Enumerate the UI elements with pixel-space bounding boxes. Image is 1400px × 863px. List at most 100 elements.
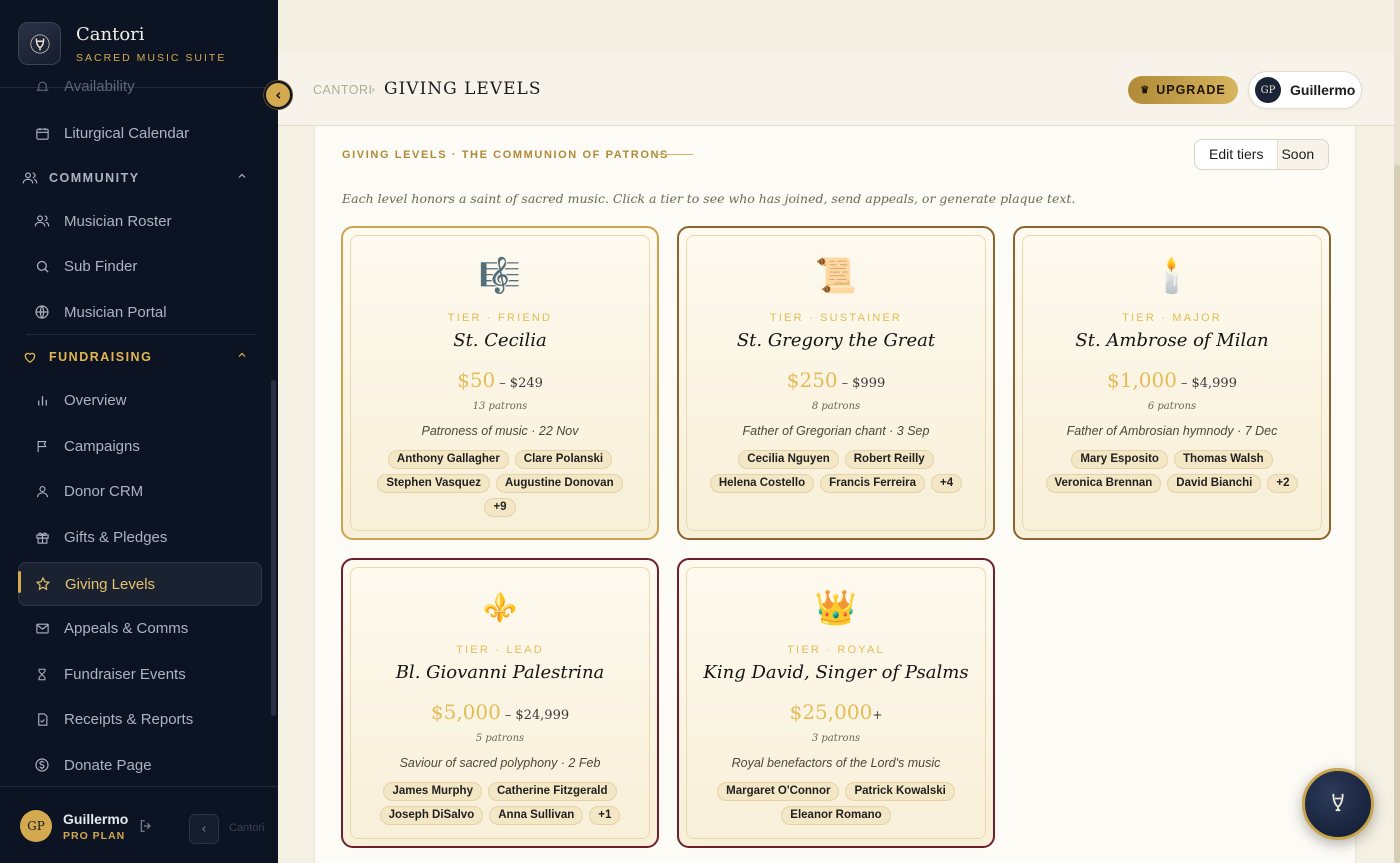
- price-range: $250– $999: [679, 368, 993, 392]
- musical-score-icon: 🎼: [478, 256, 522, 296]
- section-community[interactable]: COMMUNITY: [22, 168, 252, 188]
- patron-count: 6 patrons: [1147, 401, 1197, 412]
- sidebar-item-donate-page[interactable]: Donate Page: [18, 745, 262, 785]
- sidebar-item-appeals-comms[interactable]: Appeals & Comms: [18, 608, 262, 648]
- avatar[interactable]: GP: [20, 810, 52, 842]
- sidebar-item-label: Overview: [64, 391, 127, 409]
- edit-tiers-button[interactable]: Edit tiers: [1195, 140, 1277, 169]
- sidebar-item-campaigns[interactable]: Campaigns: [18, 426, 262, 466]
- patron-chip[interactable]: Stephen Vasquez: [377, 474, 490, 493]
- soon-badge: Soon: [1277, 140, 1329, 169]
- collapse-mini-button[interactable]: [189, 814, 219, 844]
- patron-chips: Anthony Gallagher Clare Polanski Stephen…: [373, 450, 627, 517]
- user-menu[interactable]: GP Guillermo: [1248, 71, 1362, 109]
- sidebar-scrollbar[interactable]: [271, 380, 276, 716]
- fleur-de-lis-icon: ⚜️: [482, 591, 518, 624]
- patron-chip[interactable]: Anna Sullivan: [489, 806, 584, 825]
- sidebar-item-gifts-pledges[interactable]: Gifts & Pledges: [18, 517, 262, 557]
- patron-chip[interactable]: Francis Ferreira: [820, 474, 926, 493]
- tier-card-royal[interactable]: 👑 TIER · ROYAL King David, Singer of Psa…: [677, 558, 995, 848]
- patron-chip[interactable]: Mary Esposito: [1071, 450, 1168, 469]
- tier-card-lead[interactable]: ⚜️ TIER · LEAD Bl. Giovanni Palestrina $…: [341, 558, 659, 848]
- sidebar-item-overview[interactable]: Overview: [18, 380, 262, 420]
- price-range: $25,000+: [679, 700, 993, 724]
- more-patrons-chip[interactable]: +9: [484, 498, 516, 517]
- more-patrons-chip[interactable]: +1: [589, 806, 621, 825]
- candle-icon: 🕯️: [1150, 256, 1194, 296]
- upgrade-label: UPGRADE: [1156, 83, 1226, 97]
- sidebar-item-label: Gifts & Pledges: [64, 528, 168, 546]
- main-scrollbar-thumb[interactable]: [1394, 165, 1400, 863]
- more-patrons-chip[interactable]: +2: [1267, 474, 1299, 493]
- receipt-icon: [34, 711, 50, 727]
- sidebar-collapse-button[interactable]: [264, 81, 292, 109]
- dollar-icon: [34, 757, 50, 773]
- patron-chip[interactable]: Robert Reilly: [844, 450, 934, 469]
- patron-chip[interactable]: Thomas Walsh: [1173, 450, 1273, 469]
- tier-description: Royal benefactors of the Lord's music: [731, 756, 941, 770]
- star-icon: [35, 576, 51, 592]
- patron-chip[interactable]: Margaret O'Connor: [717, 782, 840, 801]
- sidebar-item-sub-finder[interactable]: Sub Finder: [18, 246, 262, 286]
- price-dash: –: [499, 376, 506, 391]
- tier-label: TIER · LEAD: [456, 644, 544, 656]
- sidebar-item-donor-crm[interactable]: Donor CRM: [18, 471, 262, 511]
- patron-chip[interactable]: Patrick Kowalski: [845, 782, 955, 801]
- panel-subtitle: Each level honors a saint of sacred musi…: [342, 191, 1076, 206]
- patron-chip[interactable]: Joseph DiSalvo: [379, 806, 484, 825]
- saint-name: St. Cecilia: [453, 330, 547, 351]
- sidebar-item-receipts-reports[interactable]: Receipts & Reports: [18, 699, 262, 739]
- brand[interactable]: Cantori SACRED MUSIC SUITE: [18, 22, 226, 65]
- mini-label: Cantori: [229, 822, 265, 834]
- price-low: $250: [786, 368, 838, 392]
- tier-label: TIER · FRIEND: [447, 312, 553, 324]
- hourglass-icon: [34, 666, 50, 682]
- sidebar-item-musician-portal[interactable]: Musician Portal: [18, 292, 262, 332]
- patron-chip[interactable]: David Bianchi: [1167, 474, 1262, 493]
- breadcrumb-root[interactable]: CANTORI: [313, 83, 373, 97]
- sidebar-item-fundraiser-events[interactable]: Fundraiser Events: [18, 654, 262, 694]
- upgrade-button[interactable]: ♛ UPGRADE: [1128, 76, 1238, 104]
- patron-count: 3 patrons: [811, 733, 861, 744]
- sidebar-item-musician-roster[interactable]: Musician Roster: [18, 201, 262, 241]
- tier-description: Saviour of sacred polyphony · 2 Feb: [399, 756, 601, 770]
- tier-card-friend[interactable]: 🎼 TIER · FRIEND St. Cecilia $50– $249 13 …: [341, 226, 659, 540]
- scroll-icon: 📜: [814, 256, 858, 296]
- more-patrons-chip[interactable]: +4: [931, 474, 963, 493]
- assistant-fab-button[interactable]: [1302, 768, 1374, 840]
- avatar: GP: [1255, 77, 1281, 103]
- crown-icon: ♛: [1140, 84, 1151, 96]
- patron-chip[interactable]: Augustine Donovan: [495, 474, 623, 493]
- crown-icon: 👑: [814, 588, 858, 628]
- patron-chip[interactable]: Anthony Gallagher: [387, 450, 509, 469]
- section-fundraising[interactable]: FUNDRAISING: [22, 347, 252, 367]
- saint-name: St. Ambrose of Milan: [1075, 330, 1269, 351]
- tier-label: TIER · SUSTAINER: [769, 312, 903, 324]
- sidebar-item-availability[interactable]: Availability: [18, 68, 262, 104]
- section-title: COMMUNITY: [49, 171, 140, 185]
- patron-chip[interactable]: Cecilia Nguyen: [738, 450, 839, 469]
- users-icon: [34, 213, 50, 229]
- user-name: Guillermo: [1290, 82, 1356, 98]
- logout-icon[interactable]: [138, 818, 154, 838]
- patron-chip[interactable]: Eleanor Romano: [781, 806, 891, 825]
- sidebar-item-liturgical-calendar[interactable]: Liturgical Calendar: [18, 113, 262, 153]
- sidebar-item-giving-levels[interactable]: Giving Levels: [18, 562, 262, 606]
- tier-description: Father of Ambrosian hymnody · 7 Dec: [1066, 424, 1278, 438]
- patron-chip[interactable]: James Murphy: [383, 782, 482, 801]
- patron-chips: James Murphy Catherine Fitzgerald Joseph…: [373, 782, 627, 825]
- patron-chip[interactable]: Clare Polanski: [514, 450, 613, 469]
- search-icon: [34, 258, 50, 274]
- price-low: $25,000: [789, 700, 873, 724]
- tier-card-major[interactable]: 🕯️ TIER · MAJOR St. Ambrose of Milan $1,…: [1013, 226, 1331, 540]
- gift-icon: [34, 529, 50, 545]
- patron-chip[interactable]: Helena Costello: [709, 474, 815, 493]
- saint-name: St. Gregory the Great: [736, 330, 936, 351]
- lyre-logo-icon: [18, 22, 61, 65]
- tier-card-sustainer[interactable]: 📜 TIER · SUSTAINER St. Gregory the Great…: [677, 226, 995, 540]
- patron-chip[interactable]: Veronica Brennan: [1045, 474, 1162, 493]
- sidebar-item-label: Musician Portal: [64, 303, 167, 321]
- users-icon: [22, 170, 38, 186]
- patron-chip[interactable]: Catherine Fitzgerald: [487, 782, 617, 801]
- edit-tiers-group: Edit tiers Soon: [1194, 139, 1330, 170]
